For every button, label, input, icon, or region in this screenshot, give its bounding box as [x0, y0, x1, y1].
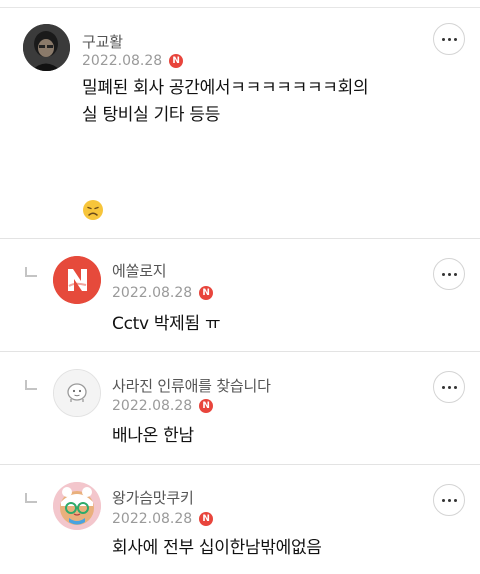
more-options-button[interactable] [433, 371, 465, 403]
avatar[interactable] [53, 256, 101, 304]
comment-author[interactable]: 에쏠로지 [112, 260, 167, 281]
avatar[interactable] [23, 24, 70, 71]
reply-item: 에쏠로지 2022.08.28 N Cctv 박제됨 ㅠ [0, 239, 480, 351]
date-text: 2022.08.28 [112, 398, 193, 414]
avatar-n-logo [53, 256, 101, 304]
comment-date: 2022.08.28 N [82, 53, 184, 69]
more-options-icon [441, 385, 445, 389]
comment-author[interactable]: 구교활 [82, 31, 123, 52]
date-text: 2022.08.28 [82, 53, 163, 69]
reply-arrow-icon [25, 267, 37, 277]
more-options-icon [441, 37, 445, 41]
comment-date: 2022.08.28 N [112, 398, 214, 414]
comment-date: 2022.08.28 N [112, 511, 214, 527]
more-options-icon [441, 272, 445, 276]
new-badge-icon: N [169, 54, 184, 68]
profile-photo [23, 24, 70, 71]
reply-arrow-icon [25, 380, 37, 390]
reply-arrow-icon [25, 493, 37, 503]
more-options-icon [441, 498, 445, 502]
date-text: 2022.08.28 [112, 511, 193, 527]
comment-date: 2022.08.28 N [112, 285, 214, 301]
new-badge-icon: N [199, 286, 214, 300]
new-badge-icon: N [199, 399, 214, 413]
sad-face-emoji [82, 199, 104, 221]
comment-author[interactable]: 사라진 인류애를 찾습니다 [112, 375, 271, 396]
comment-text: 배나온 한남 [112, 426, 194, 446]
cookie-character-icon [53, 482, 101, 530]
avatar[interactable] [53, 482, 101, 530]
reply-item: 사라진 인류애를 찾습니다 2022.08.28 N 배나온 한남 [0, 352, 480, 464]
default-character-icon [54, 370, 100, 416]
comment-text: Cctv 박제됨 ㅠ [112, 314, 221, 334]
comment-text: 회사에 전부 십이한남밖에없음 [112, 538, 322, 558]
comment-item: 구교활 2022.08.28 N 밀폐된 회사 공간에서ㅋㅋㅋㅋㅋㅋㅋ회의실 탕… [0, 0, 480, 238]
reply-item: 왕가슴맛쿠키 2022.08.28 N 회사에 전부 십이한남밖에없음 [0, 465, 480, 574]
more-options-button[interactable] [433, 23, 465, 55]
comment-text: 밀폐된 회사 공간에서ㅋㅋㅋㅋㅋㅋㅋ회의실 탕비실 기타 등등 [82, 78, 369, 125]
more-options-button[interactable] [433, 258, 465, 290]
more-options-button[interactable] [433, 484, 465, 516]
date-text: 2022.08.28 [112, 285, 193, 301]
new-badge-icon: N [199, 512, 214, 526]
avatar[interactable] [53, 369, 101, 417]
comment-author[interactable]: 왕가슴맛쿠키 [112, 487, 194, 508]
